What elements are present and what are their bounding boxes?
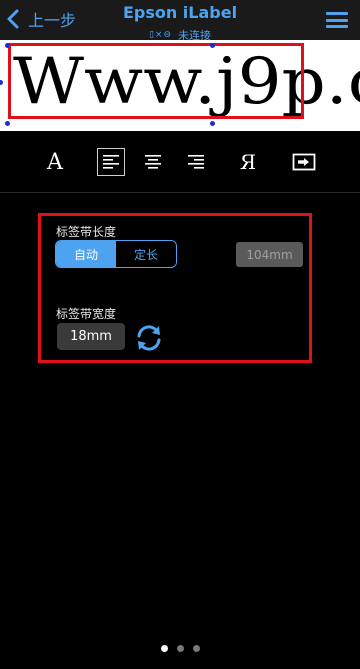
font-button[interactable]: A [41, 148, 69, 176]
tape-length-mode-selector: 自动 定长 [55, 240, 177, 268]
menu-button[interactable] [326, 12, 348, 28]
printer-disconnected-icon: ▯×⊖ [148, 30, 173, 40]
app-title: Epson iLabel [122, 3, 238, 22]
resize-handle-middle-left[interactable] [0, 80, 3, 85]
hamburger-line [326, 18, 348, 22]
rotate-frame-icon [292, 153, 316, 171]
refresh-icon[interactable] [133, 322, 165, 354]
align-center-icon [145, 155, 161, 169]
nav-bar: 上一步 Epson iLabel ▯×⊖ 未连接 [0, 0, 360, 43]
font-icon: A [47, 149, 63, 175]
page-dot-1[interactable] [160, 645, 168, 652]
page-dot-2[interactable] [176, 645, 184, 652]
resize-handle-bottom-right[interactable] [210, 121, 215, 126]
hamburger-line [326, 12, 348, 15]
resize-handle-bottom-left[interactable] [5, 121, 10, 126]
resize-handle-top-left[interactable] [5, 43, 10, 48]
align-right-icon [188, 155, 204, 169]
tape-width-value: 18mm [57, 323, 125, 350]
align-left-icon [103, 155, 119, 169]
label-preview[interactable]: Www.j9p.co [0, 40, 360, 131]
tape-length-value: 104mm [236, 242, 303, 267]
auto-length-option[interactable]: 自动 [56, 241, 116, 267]
title-area: Epson iLabel ▯×⊖ 未连接 [0, 3, 360, 43]
format-toolbar: A Я [0, 131, 360, 193]
align-right-button[interactable] [182, 148, 210, 176]
mirror-text-icon: Я [239, 150, 257, 174]
tape-width-label: 标签带宽度 [56, 307, 117, 321]
tape-length-label: 标签带长度 [56, 225, 117, 239]
page-indicator[interactable] [0, 645, 360, 652]
hamburger-line [326, 25, 348, 28]
fixed-length-option[interactable]: 定长 [116, 241, 176, 267]
page-dot-3[interactable] [192, 645, 200, 652]
align-left-button[interactable] [97, 148, 125, 176]
vertical-text-button[interactable] [290, 148, 318, 176]
resize-handle-top-right[interactable] [210, 43, 215, 48]
align-center-button[interactable] [139, 148, 167, 176]
mirror-text-button[interactable]: Я [234, 148, 262, 176]
label-text[interactable]: Www.j9p.co [13, 40, 360, 127]
